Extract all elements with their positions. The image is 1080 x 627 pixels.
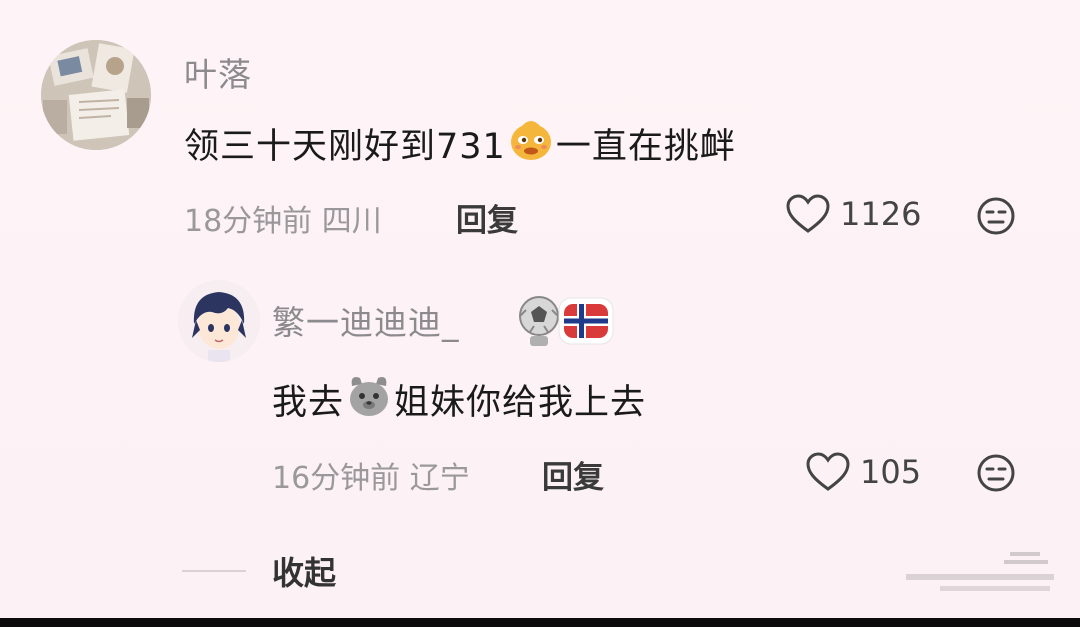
reply-avatar[interactable] — [178, 280, 260, 362]
collapse-divider — [182, 570, 246, 572]
avatar-image — [41, 40, 151, 150]
reply-text-part2: 姐妹你给我上去 — [394, 383, 647, 423]
reply-meta: 16分钟前 辽宁 — [272, 453, 470, 497]
comment-meta: 18分钟前 四川 — [184, 196, 382, 240]
reply-text-part1: 我去 — [272, 383, 345, 423]
reply-location: 辽宁 — [409, 461, 470, 496]
watermark-logo-icon — [900, 548, 1060, 600]
comment-like-count: 1126 — [840, 195, 922, 233]
comment-username[interactable]: 叶落 — [184, 48, 252, 96]
reply-badges — [516, 294, 614, 352]
reply-text: 我去 姐妹你给我上去 — [272, 372, 646, 427]
heart-icon — [786, 194, 830, 233]
comment-thread: 叶落 领三十天刚好到731 一直在挑衅 18分钟前 四川 回复 1126 繁一迪… — [0, 0, 1080, 627]
collapse-button[interactable]: 收起 — [272, 548, 336, 594]
comment-text-part1: 领三十天刚好到731 — [184, 127, 506, 167]
avatar[interactable] — [41, 40, 151, 150]
dog-face-emoji-icon — [346, 372, 392, 427]
reply-reply-button[interactable]: 回复 — [542, 452, 604, 497]
reply-time: 16分钟前 — [272, 461, 401, 496]
reply-avatar-image — [178, 280, 260, 362]
reply-username[interactable]: 繁一迪迪迪_ — [272, 296, 460, 344]
comment-text-part2: 一直在挑衅 — [555, 127, 736, 167]
soccer-ball-badge-icon — [516, 294, 562, 352]
comment-time: 18分钟前 — [184, 204, 313, 239]
comment-like-button[interactable]: 1126 — [786, 194, 921, 234]
heart-icon — [806, 452, 850, 491]
unhappy-face-icon[interactable] — [976, 196, 1016, 240]
bottom-edge-bar — [0, 618, 1080, 627]
reply-like-count: 105 — [860, 453, 922, 491]
reply-like-button[interactable]: 105 — [806, 452, 921, 492]
comment-reply-button[interactable]: 回复 — [456, 195, 518, 240]
norway-flag-badge-icon — [558, 297, 614, 349]
smug-face-emoji-icon — [508, 116, 554, 171]
comment-location: 四川 — [321, 204, 382, 239]
comment-text: 领三十天刚好到731 一直在挑衅 — [184, 116, 736, 171]
unhappy-face-icon[interactable] — [976, 453, 1016, 497]
